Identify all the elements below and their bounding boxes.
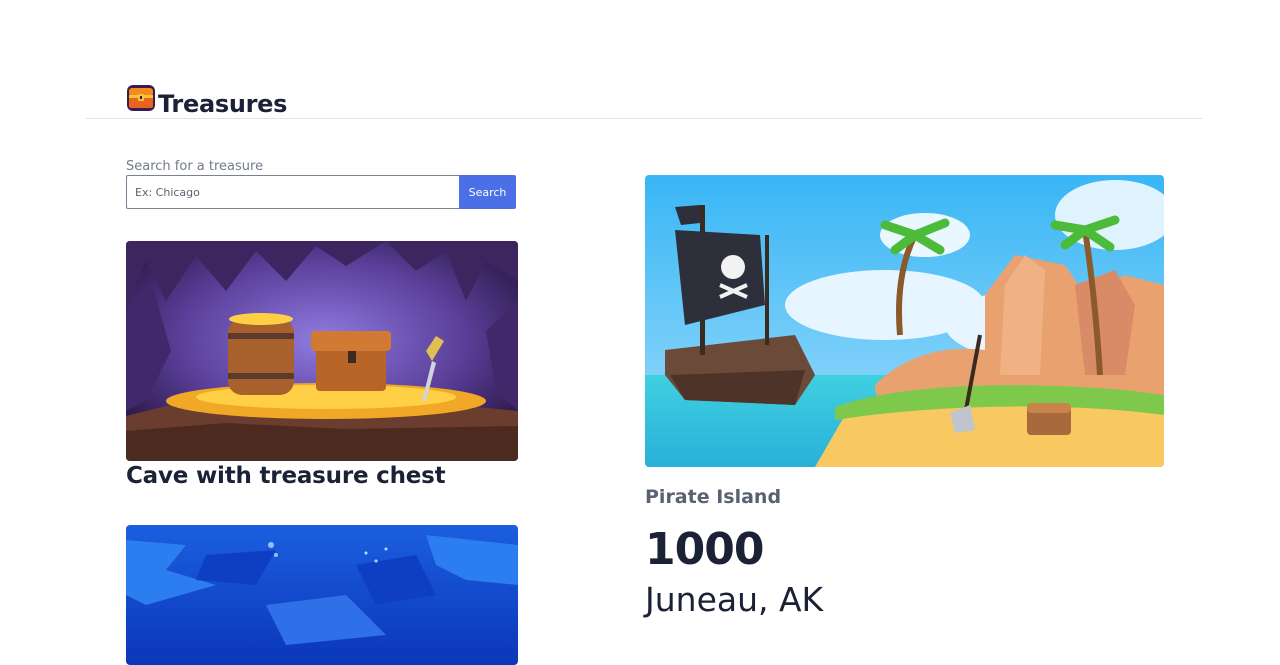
treasure-card-title[interactable]: Cave with treasure chest [126, 463, 446, 489]
search-button[interactable]: Search [459, 175, 516, 209]
featured-value: 1000 [645, 524, 764, 575]
featured-name: Pirate Island [645, 486, 782, 508]
pirate-island-image[interactable] [645, 175, 1164, 467]
cave-treasure-image[interactable] [126, 241, 518, 461]
featured-location: Juneau, AK [645, 580, 824, 619]
treasure-chest-icon[interactable] [126, 83, 156, 113]
brand-title[interactable]: Treasures [158, 90, 287, 118]
search-label: Search for a treasure [126, 159, 264, 174]
header-divider [86, 118, 1202, 119]
search-input[interactable] [126, 175, 459, 209]
site-header: Treasures [126, 80, 287, 118]
underwater-image[interactable] [126, 525, 518, 665]
